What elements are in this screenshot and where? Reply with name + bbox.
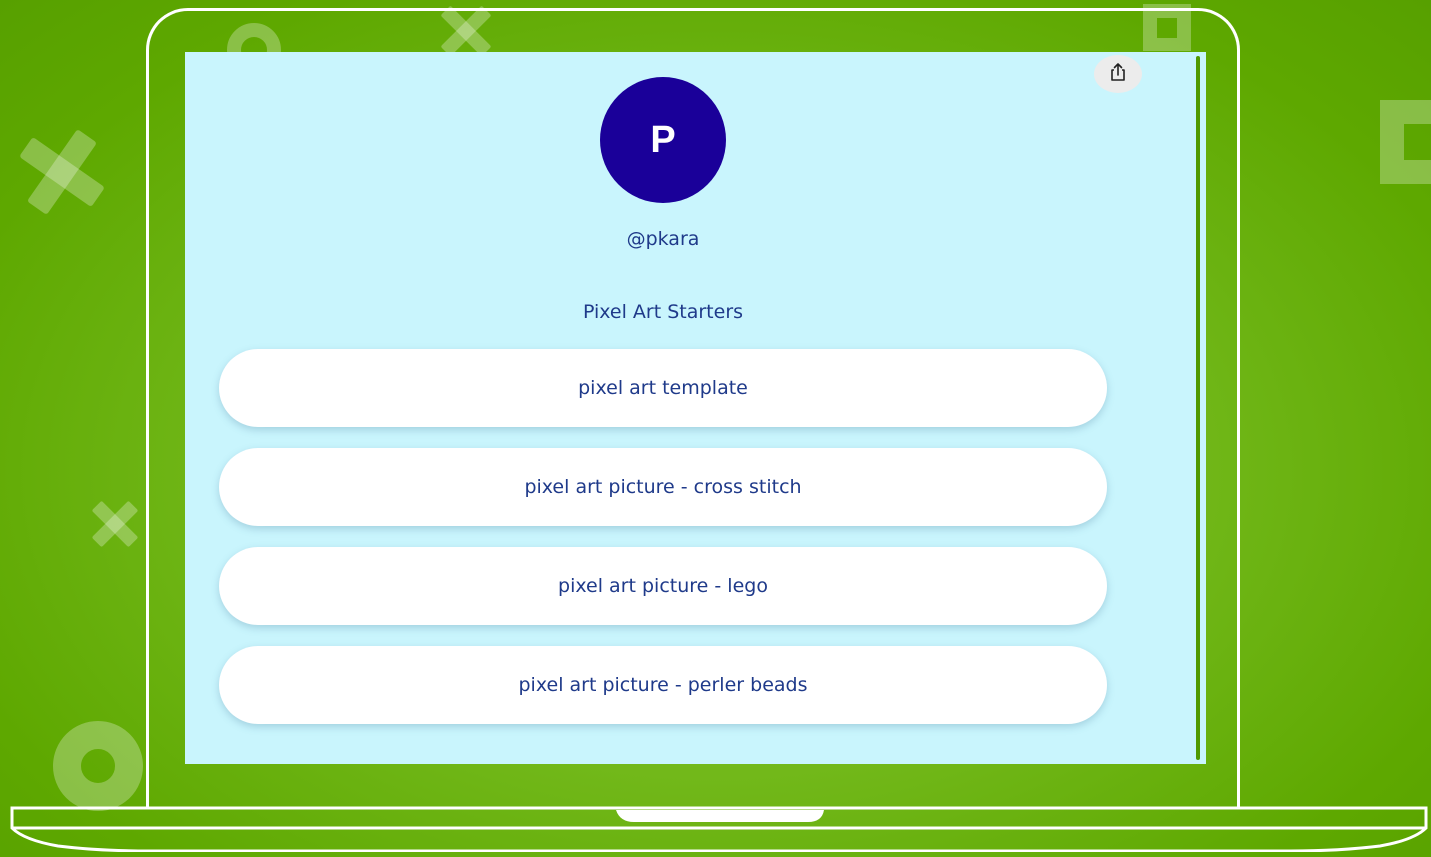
avatar-initial: P xyxy=(650,118,676,161)
avatar: P xyxy=(600,77,726,203)
share-icon xyxy=(1108,62,1128,86)
link-label: pixel art picture - cross stitch xyxy=(524,476,802,498)
decor-x-shape xyxy=(86,495,144,553)
profile-username: @pkara xyxy=(626,228,700,250)
link-label: pixel art picture - perler beads xyxy=(518,674,808,696)
decor-square-shape xyxy=(1380,100,1431,184)
link-button-perler-beads[interactable]: pixel art picture - perler beads xyxy=(219,646,1107,724)
laptop-base xyxy=(10,806,1428,852)
decor-ring-shape xyxy=(52,720,144,812)
link-button-pixel-art-template[interactable]: pixel art template xyxy=(219,349,1107,427)
link-button-lego[interactable]: pixel art picture - lego xyxy=(219,547,1107,625)
link-button-cross-stitch[interactable]: pixel art picture - cross stitch xyxy=(219,448,1107,526)
profile-title: Pixel Art Starters xyxy=(582,301,744,323)
link-list: pixel art template pixel art picture - c… xyxy=(219,349,1107,745)
scrollbar[interactable] xyxy=(1196,56,1200,760)
link-label: pixel art template xyxy=(578,377,748,399)
link-label: pixel art picture - lego xyxy=(558,575,768,597)
share-button[interactable] xyxy=(1094,55,1142,93)
decor-x-shape xyxy=(14,124,110,220)
profile-screen: P @pkara Pixel Art Starters pixel art te… xyxy=(185,52,1206,764)
